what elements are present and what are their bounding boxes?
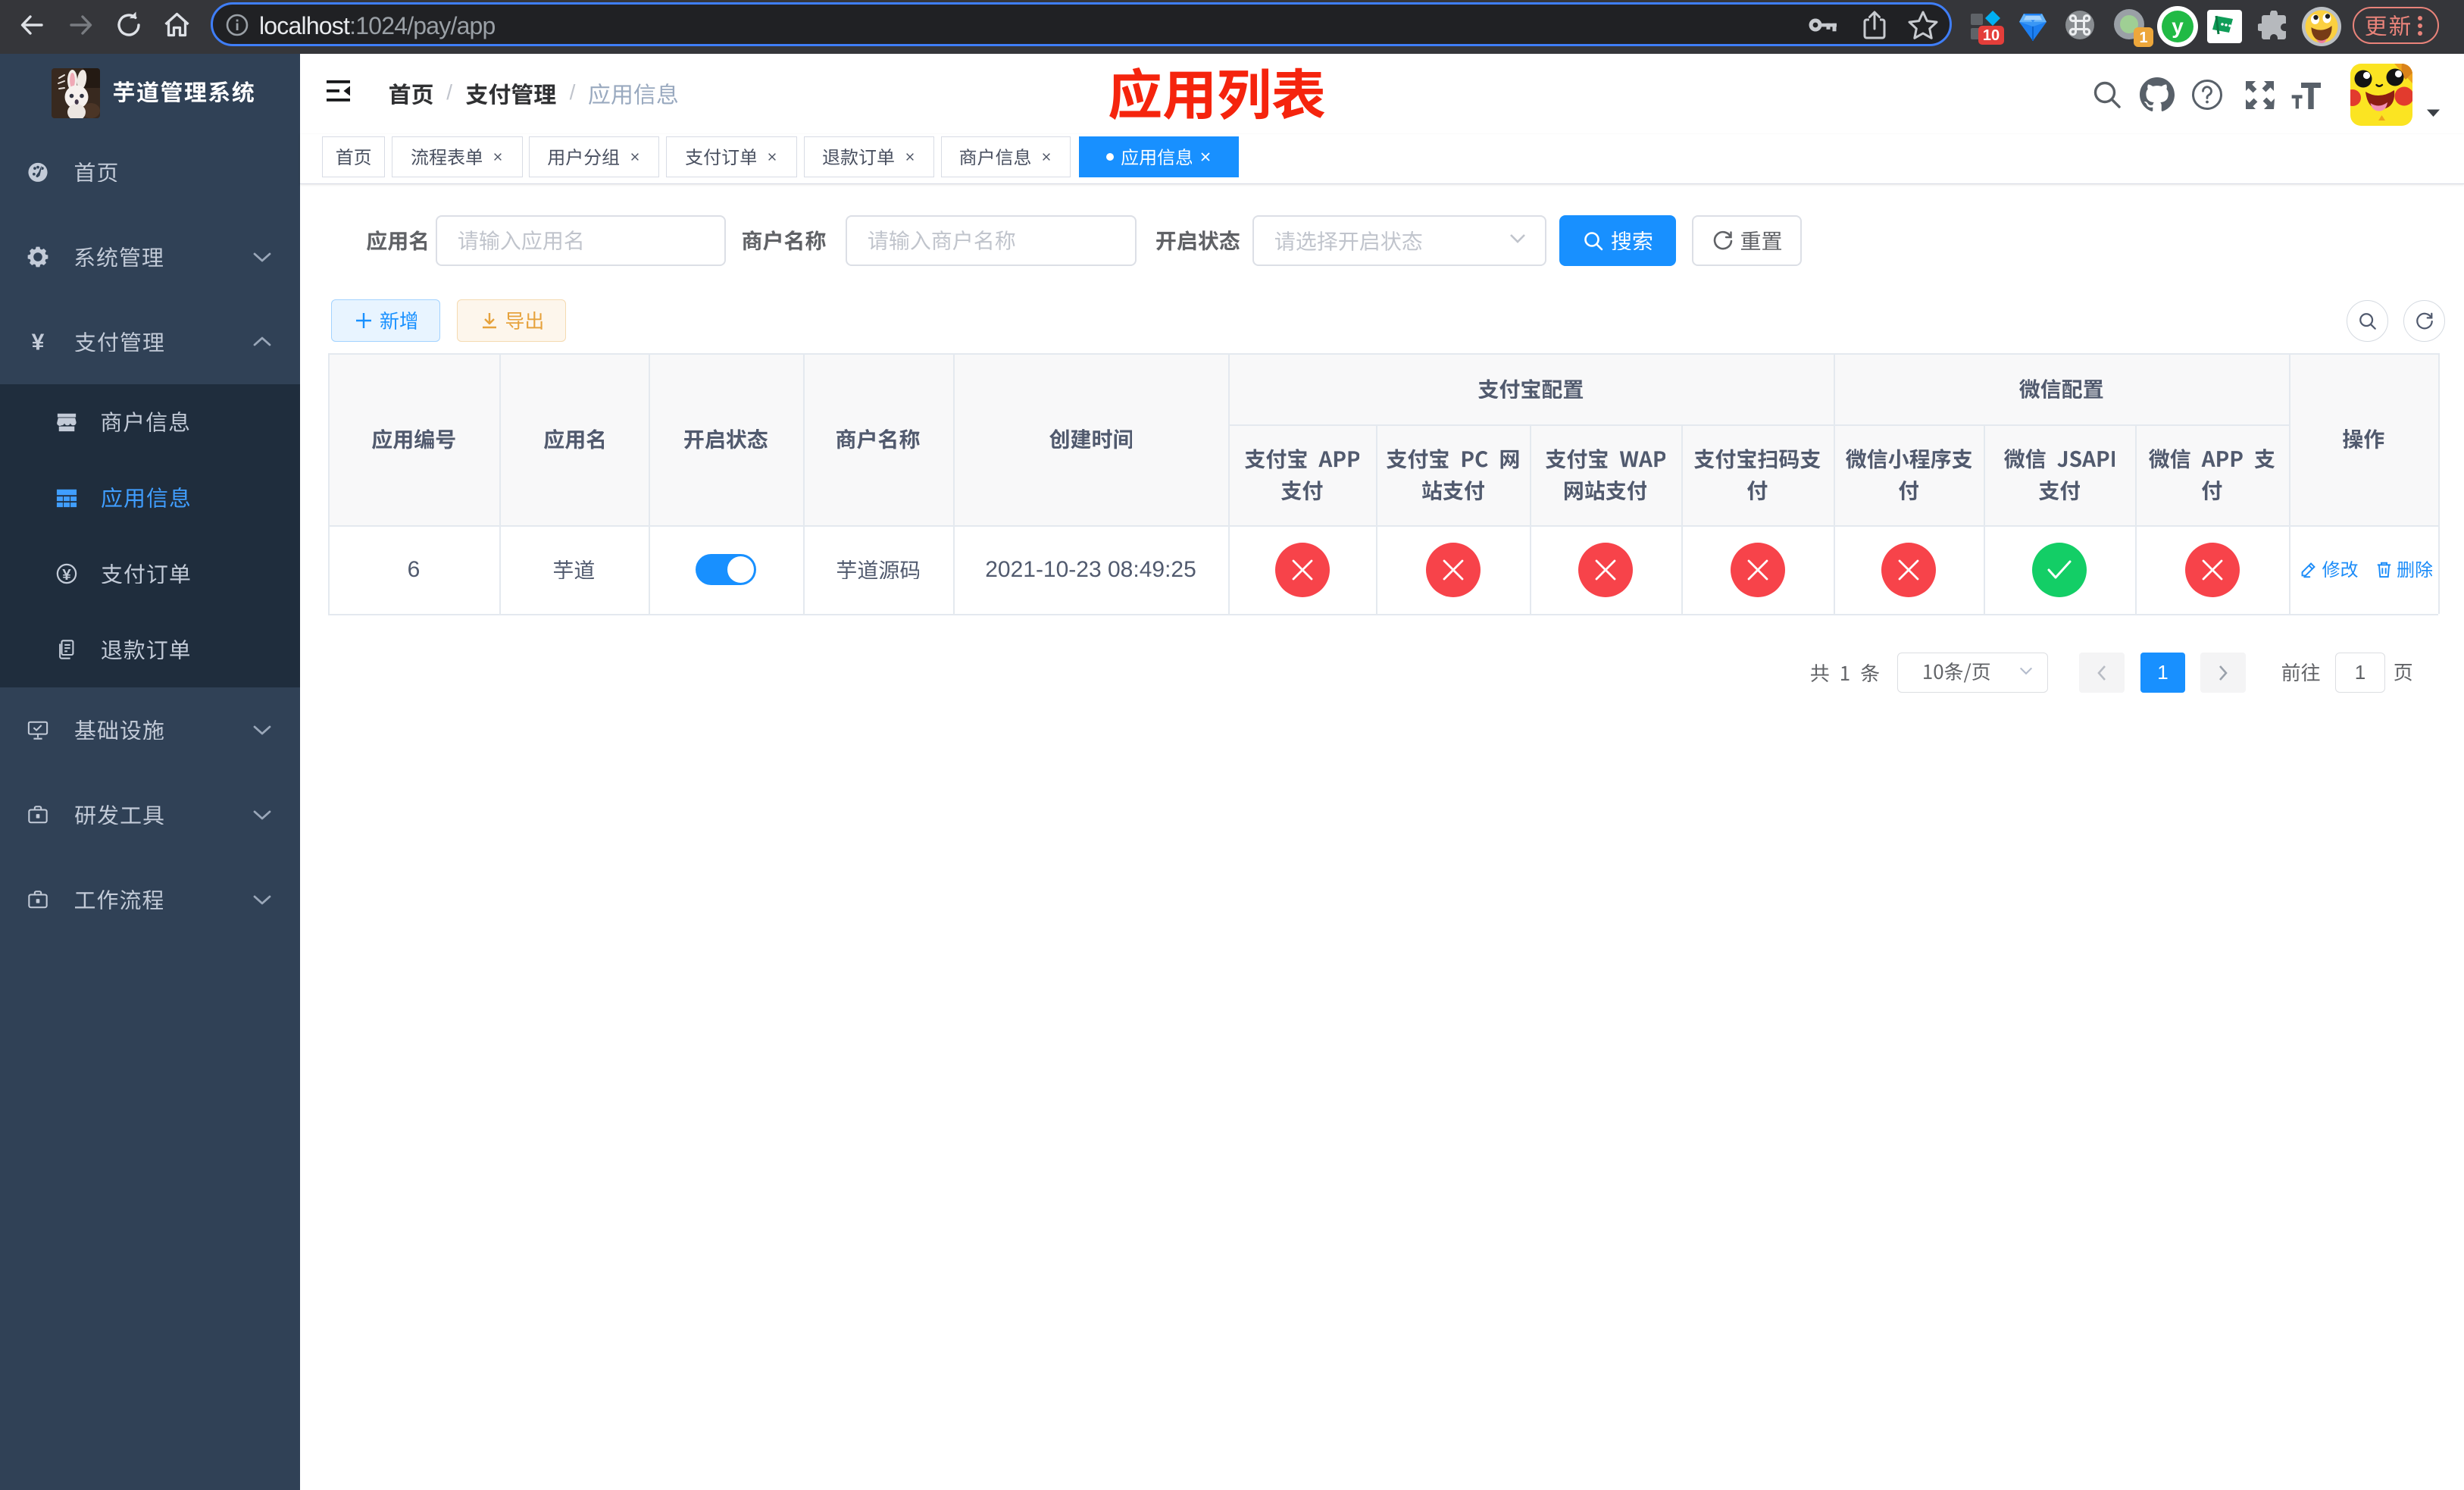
svg-text:10: 10: [1983, 27, 2000, 44]
svg-text:¥: ¥: [32, 330, 45, 355]
svg-text:¥: ¥: [62, 566, 71, 584]
svg-text:1: 1: [2139, 30, 2147, 46]
svg-text:y: y: [2172, 14, 2184, 38]
